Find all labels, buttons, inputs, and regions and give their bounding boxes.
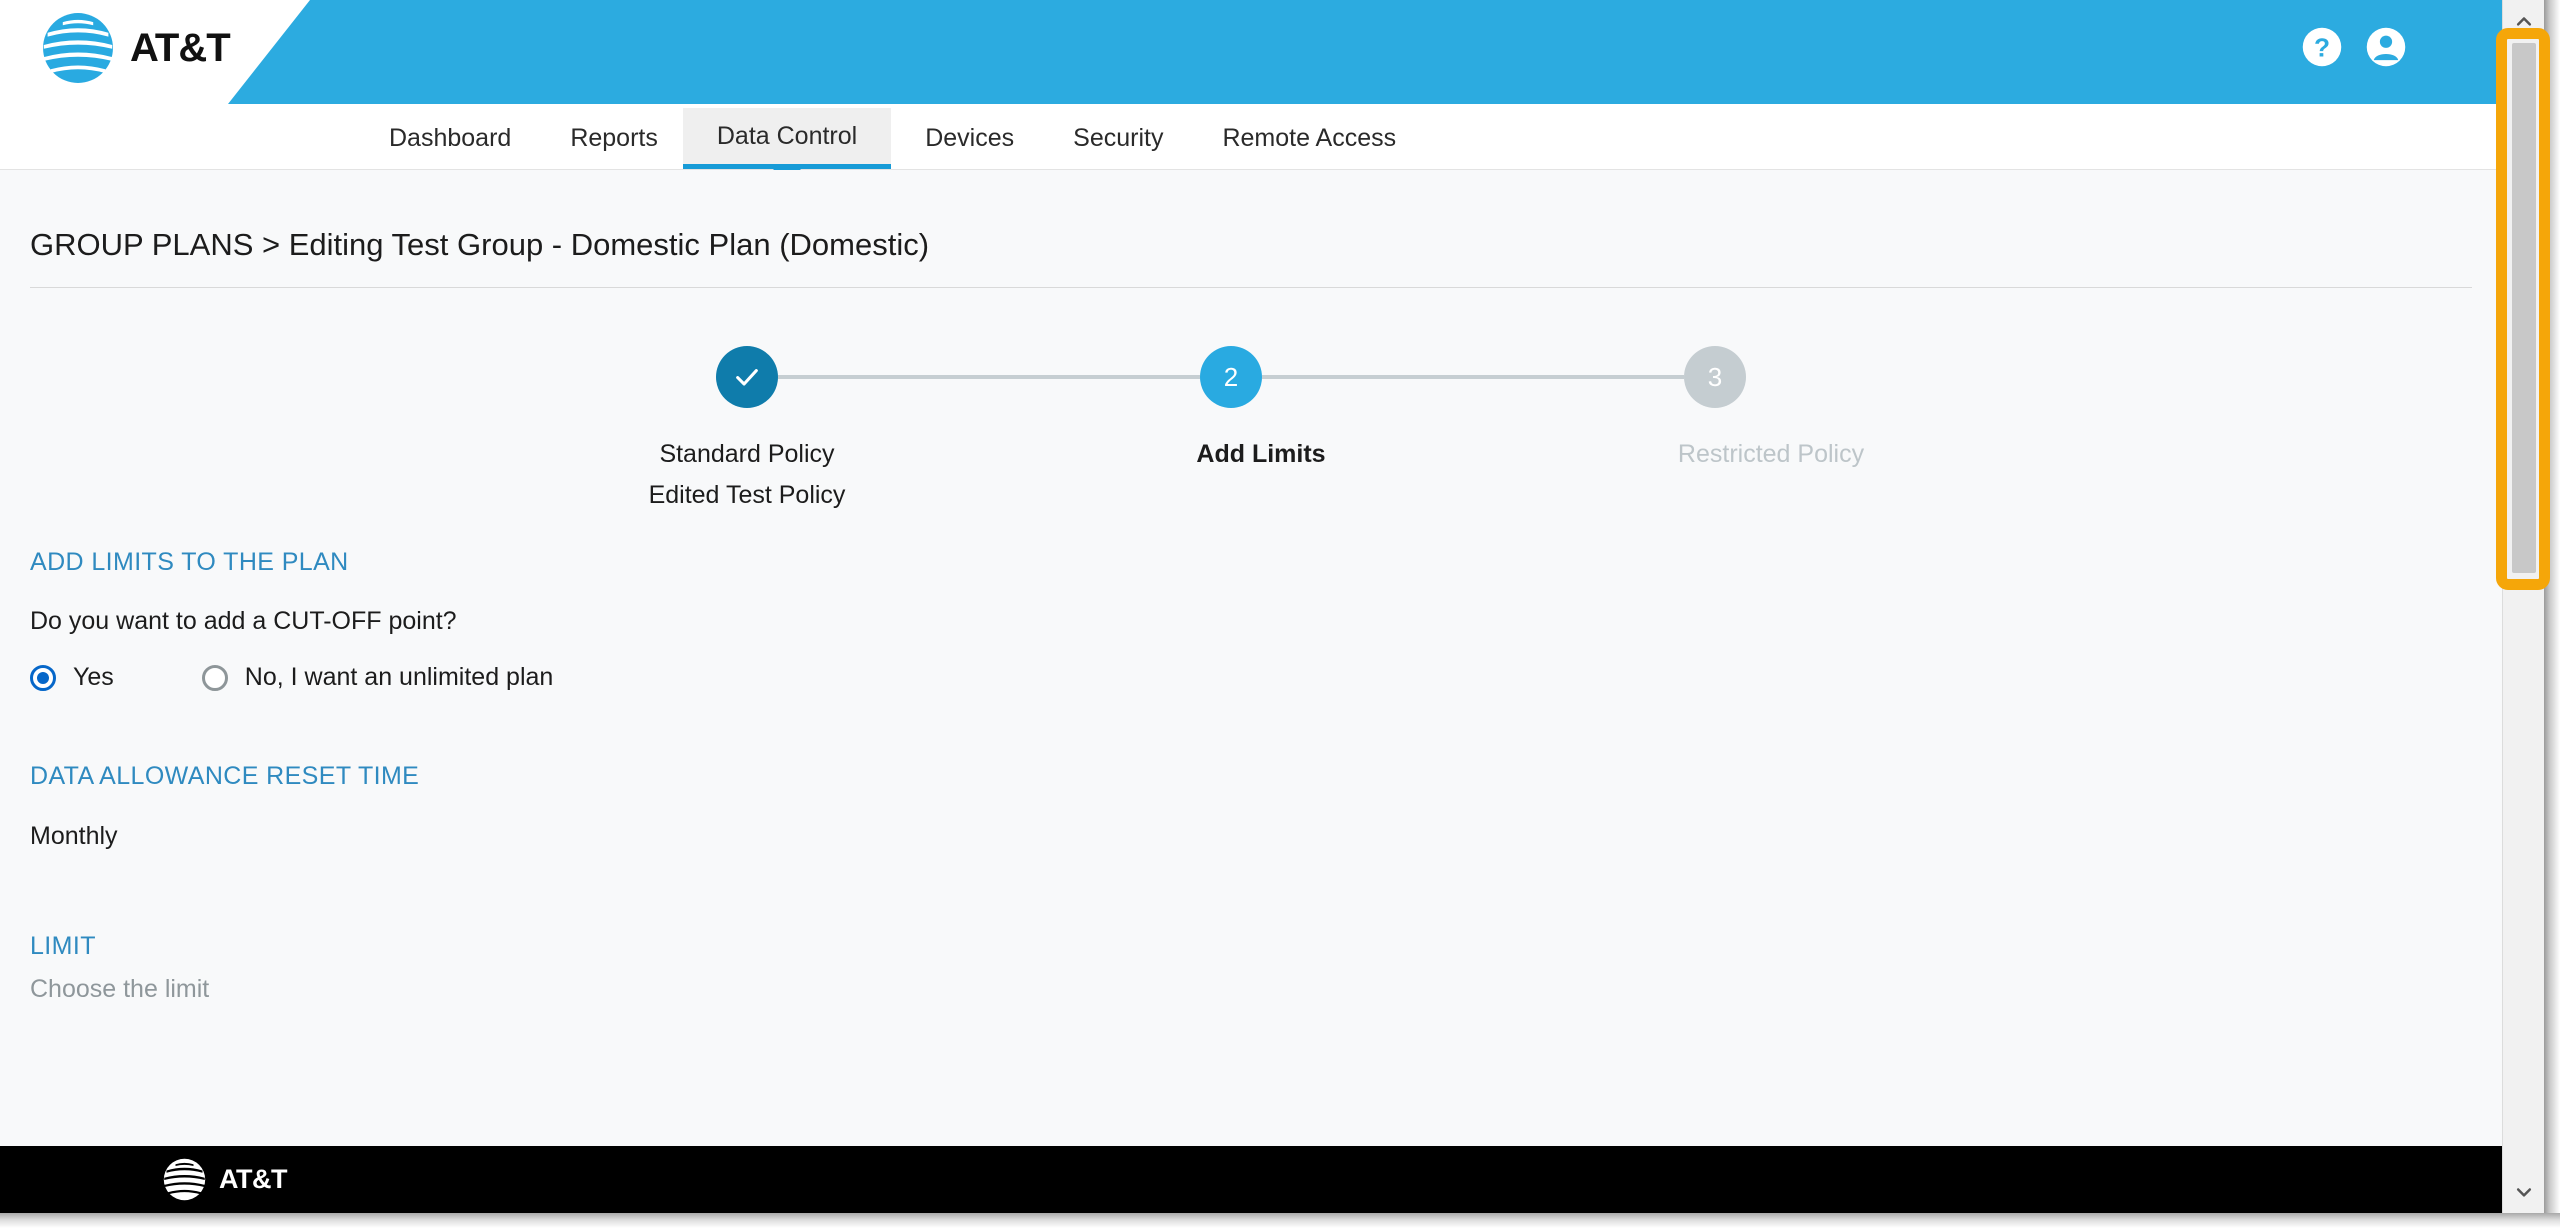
browser-scrollbar[interactable] [2502,0,2544,1213]
header-action-icons: ? [2301,26,2407,68]
window-bottom-shadow [0,1213,2560,1228]
radio-label-yes: Yes [73,663,114,691]
help-circle-icon[interactable]: ? [2301,26,2343,68]
nav-label: Security [1073,124,1164,152]
nav-item-security[interactable]: Security [1048,108,1188,169]
att-globe-icon [163,1158,206,1201]
breadcrumb-page-title: GROUP PLANS > Editing Test Group - Domes… [30,227,930,262]
stepper-labels: Standard Policy Edited Test Policy Add L… [649,434,1865,544]
footer-att-logo: AT&T [162,1157,287,1202]
cutoff-radio-group: Yes No, I want an unlimited plan [30,663,2472,692]
nav-label: Dashboard [389,124,512,152]
radio-button-no[interactable] [201,664,228,691]
att-globe-icon [43,13,113,83]
app-header: AT&T ? [0,0,2502,108]
scrollbar-down-arrow[interactable] [2503,1171,2545,1213]
nav-item-devices[interactable]: Devices [891,108,1048,169]
scrollbar-up-arrow[interactable] [2503,0,2545,42]
radio-option-yes[interactable]: Yes [30,663,114,692]
nav-item-reports[interactable]: Reports [545,108,683,169]
section-title-reset-time: DATA ALLOWANCE RESET TIME [30,762,420,790]
stepper-label-1: Standard Policy Edited Test Policy [649,434,846,516]
radio-button-yes[interactable] [30,664,56,691]
nav-item-dashboard[interactable]: Dashboard [355,108,545,169]
main-navigation: Dashboard Reports Data Control Devices S… [0,108,2502,170]
att-logo[interactable]: AT&T [40,10,231,86]
nav-label: Remote Access [1222,124,1397,152]
radio-label-no: No, I want an unlimited plan [244,663,554,691]
page-content: GROUP PLANS > Editing Test Group - Domes… [0,170,2502,1213]
chevron-down-icon [2516,1188,2532,1197]
window-right-shadow [2544,0,2560,1228]
section-title-limit: LIMIT [30,932,96,960]
stepper-label-3: Restricted Policy [1678,434,1864,475]
browser-window: AT&T ? Dashboard Reports Data Control De… [0,0,2560,1228]
header-blue-banner [228,0,2502,104]
check-icon [736,369,758,386]
chevron-up-icon [2516,17,2532,26]
limit-hint-text: Choose the limit [30,975,210,1003]
stepper-label-1-line2: Edited Test Policy [648,481,846,509]
limits-form: ADD LIMITS TO THE PLAN Do you want to ad… [30,548,2472,1004]
stepper-label-2: Add Limits [1196,434,1325,475]
cutoff-question-label: Do you want to add a CUT-OFF point? [30,607,457,635]
stepper-label-1-line1: Standard Policy [659,440,835,468]
footer-wordmark: AT&T [219,1164,287,1194]
nav-label: Devices [925,124,1015,152]
section-title-add-limits: ADD LIMITS TO THE PLAN [30,548,349,576]
stepper-step-1[interactable] [716,346,778,408]
stepper-step-2[interactable]: 2 [1200,346,1262,408]
nav-item-remote-access[interactable]: Remote Access [1188,108,1430,169]
page-viewport: AT&T ? Dashboard Reports Data Control De… [0,0,2502,1213]
page-footer: AT&T [0,1146,2502,1213]
nav-label: Data Control [716,121,858,150]
stepper-step-number: 3 [1707,361,1723,392]
svg-text:?: ? [2314,33,2330,63]
att-wordmark: AT&T [130,25,231,70]
stepper-label-2-line1: Add Limits [1196,440,1326,468]
stepper-step-number: 2 [1223,361,1239,392]
stepper-track: 2 3 [716,346,1746,408]
stepper-connector-2 [1262,375,1684,379]
reset-time-value[interactable]: Monthly [30,822,2472,851]
account-circle-icon[interactable] [2365,26,2407,68]
stepper-label-3-line1: Restricted Policy [1677,440,1865,468]
wizard-stepper: 2 3 Standard Policy Edited Test Policy A… [649,288,1864,518]
radio-option-no[interactable]: No, I want an unlimited plan [201,663,554,692]
stepper-connector-1 [778,375,1200,379]
stepper-step-3[interactable]: 3 [1684,346,1746,408]
nav-label: Reports [570,124,658,152]
scrollbar-thumb[interactable] [2512,43,2536,573]
nav-item-data-control[interactable]: Data Control [682,108,892,169]
